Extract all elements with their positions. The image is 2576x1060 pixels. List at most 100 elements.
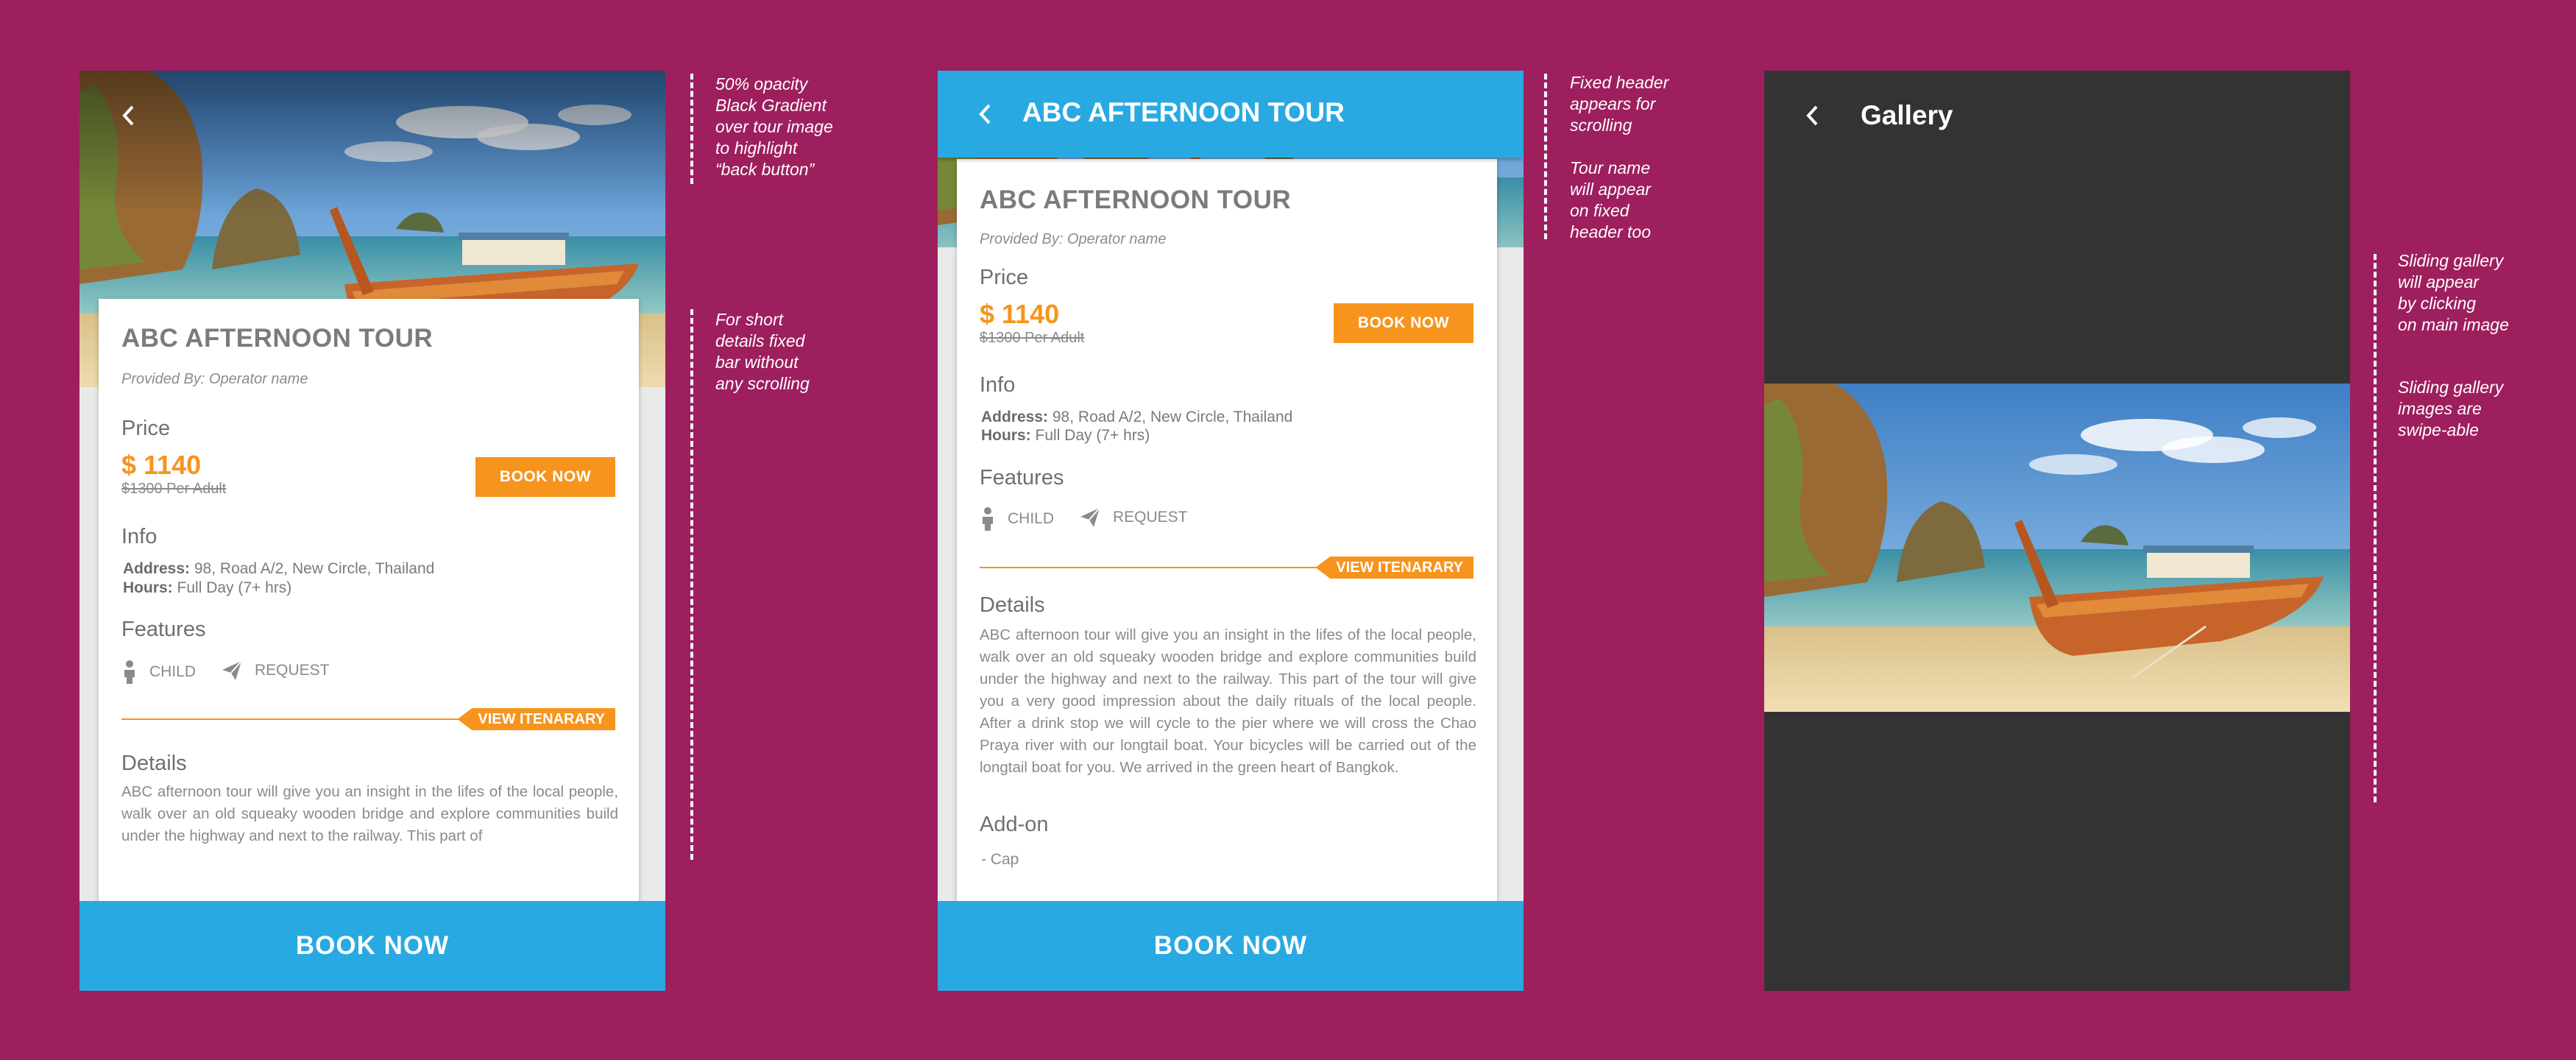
address-line: Address: 98, Road A/2, New Circle, Thail… <box>981 409 1292 426</box>
note-line: by clicking <box>2398 294 2477 313</box>
paper-plane-icon <box>1080 507 1100 527</box>
note-line: For short <box>715 310 784 329</box>
tour-detail-card: ABC AFTERNOON TOUR Provided By: Operator… <box>99 299 639 948</box>
note-fixed-header: Fixed header appears for scrolling <box>1570 72 1669 136</box>
note-line: on main image <box>2398 315 2509 334</box>
note-swipe: Sliding gallery images are swipe-able <box>2398 377 2503 441</box>
child-icon <box>983 507 993 531</box>
note-line: 50% opacity <box>715 74 808 93</box>
price-heading: Price <box>980 266 1029 289</box>
note-line: Sliding gallery <box>2398 251 2504 270</box>
note-sliding-gallery: Sliding gallery will appear by clicking … <box>2398 250 2509 336</box>
details-heading: Details <box>121 752 187 775</box>
details-heading: Details <box>980 593 1045 617</box>
book-now-footer-button[interactable]: BOOK NOW <box>79 901 665 991</box>
gallery-screen: Gallery <box>1764 71 2350 991</box>
paper-plane-icon <box>222 660 242 680</box>
fixed-header: ABC AFTERNOON TOUR <box>938 71 1524 158</box>
details-text: ABC afternoon tour will give you an insi… <box>980 626 1476 776</box>
view-itinerary-button[interactable]: VIEW ITENARARY <box>457 708 615 730</box>
feature-request-label: REQUEST <box>1113 509 1188 526</box>
tour-detail-screen: ABC AFTERNOON TOUR Provided By: Operator… <box>79 71 665 991</box>
note-line: Tour name <box>1570 158 1651 177</box>
features-heading: Features <box>980 466 1064 490</box>
feature-child: CHILD <box>121 660 196 685</box>
note-line: on fixed <box>1570 201 1630 220</box>
hours-line: Hours: Full Day (7+ hrs) <box>981 427 1150 445</box>
note-line: scrolling <box>1570 116 1632 135</box>
note-fixed-bar: For short details fixed bar without any … <box>715 309 810 395</box>
address-line: Address: 98, Road A/2, New Circle, Thail… <box>123 560 434 578</box>
note-gradient: 50% opacity Black Gradient over tour ima… <box>715 74 833 180</box>
book-now-footer-button[interactable]: BOOK NOW <box>938 901 1524 991</box>
price-value: $ 1140 <box>121 450 202 480</box>
address-label: Address: <box>981 409 1049 425</box>
old-price: $1300 Per Adult <box>980 330 1085 346</box>
note-line: any scrolling <box>715 374 810 393</box>
addon-heading: Add-on <box>980 813 1049 836</box>
note-line: header too <box>1570 222 1651 241</box>
feature-request-label: REQUEST <box>255 662 330 679</box>
note-line: will appear <box>2398 272 2479 292</box>
address-value: 98, Road A/2, New Circle, Thailand <box>194 560 435 577</box>
price-heading: Price <box>121 417 171 440</box>
header-title: ABC AFTERNOON TOUR <box>1022 97 1345 127</box>
old-price: $1300 Per Adult <box>121 481 227 497</box>
price-value: $ 1140 <box>980 299 1060 329</box>
info-heading: Info <box>121 525 158 548</box>
itinerary-divider <box>121 718 475 720</box>
hours-value: Full Day (7+ hrs) <box>1035 427 1150 444</box>
tour-title: ABC AFTERNOON TOUR <box>121 324 434 353</box>
note-line: Fixed header <box>1570 73 1669 92</box>
tour-title: ABC AFTERNOON TOUR <box>980 186 1292 214</box>
note-line: bar without <box>715 353 799 372</box>
itinerary-divider <box>980 567 1318 568</box>
hours-line: Hours: Full Day (7+ hrs) <box>123 579 291 597</box>
note-line: appears for <box>1570 94 1656 113</box>
back-button[interactable] <box>1794 97 1831 134</box>
provider-name: Provided By: Operator name <box>121 371 308 387</box>
provider-name: Provided By: Operator name <box>980 231 1167 247</box>
note-line: Sliding gallery <box>2398 378 2504 397</box>
note-line: images are <box>2398 399 2482 418</box>
addon-item: - Cap <box>981 851 1019 868</box>
note-divider <box>1544 74 1547 239</box>
feature-request: REQUEST <box>1079 506 1188 529</box>
book-now-small-button[interactable]: BOOK NOW <box>475 457 615 497</box>
note-line: to highlight <box>715 138 798 158</box>
chevron-left-icon <box>1806 105 1818 126</box>
note-line: “back button” <box>715 160 815 179</box>
hours-label: Hours: <box>123 579 173 596</box>
feature-child-label: CHILD <box>149 663 197 680</box>
view-itinerary-button[interactable]: VIEW ITENARARY <box>1315 556 1473 579</box>
note-line: swipe-able <box>2398 420 2479 439</box>
info-heading: Info <box>980 373 1016 397</box>
note-line: Black Gradient <box>715 96 827 115</box>
gallery-title: Gallery <box>1861 100 1953 130</box>
address-value: 98, Road A/2, New Circle, Thailand <box>1052 409 1293 425</box>
note-divider <box>2374 254 2377 802</box>
note-divider <box>690 309 693 860</box>
tour-detail-scrolled-screen: ABC AFTERNOON TOUR Provided By: Operator… <box>938 71 1524 991</box>
note-tour-name: Tour name will appear on fixed header to… <box>1570 158 1651 243</box>
feature-request: REQUEST <box>221 660 330 682</box>
back-button[interactable] <box>110 97 147 134</box>
details-text: ABC afternoon tour will give you an insi… <box>121 783 618 844</box>
note-divider <box>690 74 693 184</box>
chevron-left-icon <box>979 104 991 124</box>
chevron-left-icon <box>122 105 134 126</box>
tour-detail-card: ABC AFTERNOON TOUR Provided By: Operator… <box>957 159 1497 951</box>
back-button[interactable] <box>967 96 1004 132</box>
hours-label: Hours: <box>981 427 1031 444</box>
feature-child: CHILD <box>980 506 1054 531</box>
note-line: over tour image <box>715 117 833 136</box>
feature-child-label: CHILD <box>1008 510 1055 527</box>
child-icon <box>124 660 135 684</box>
note-line: details fixed <box>715 331 805 350</box>
features-heading: Features <box>121 618 206 641</box>
book-now-small-button[interactable]: BOOK NOW <box>1334 303 1473 343</box>
gallery-image[interactable] <box>1764 384 2350 712</box>
note-line: will appear <box>1570 180 1651 199</box>
hours-value: Full Day (7+ hrs) <box>177 579 292 596</box>
address-label: Address: <box>123 560 191 577</box>
